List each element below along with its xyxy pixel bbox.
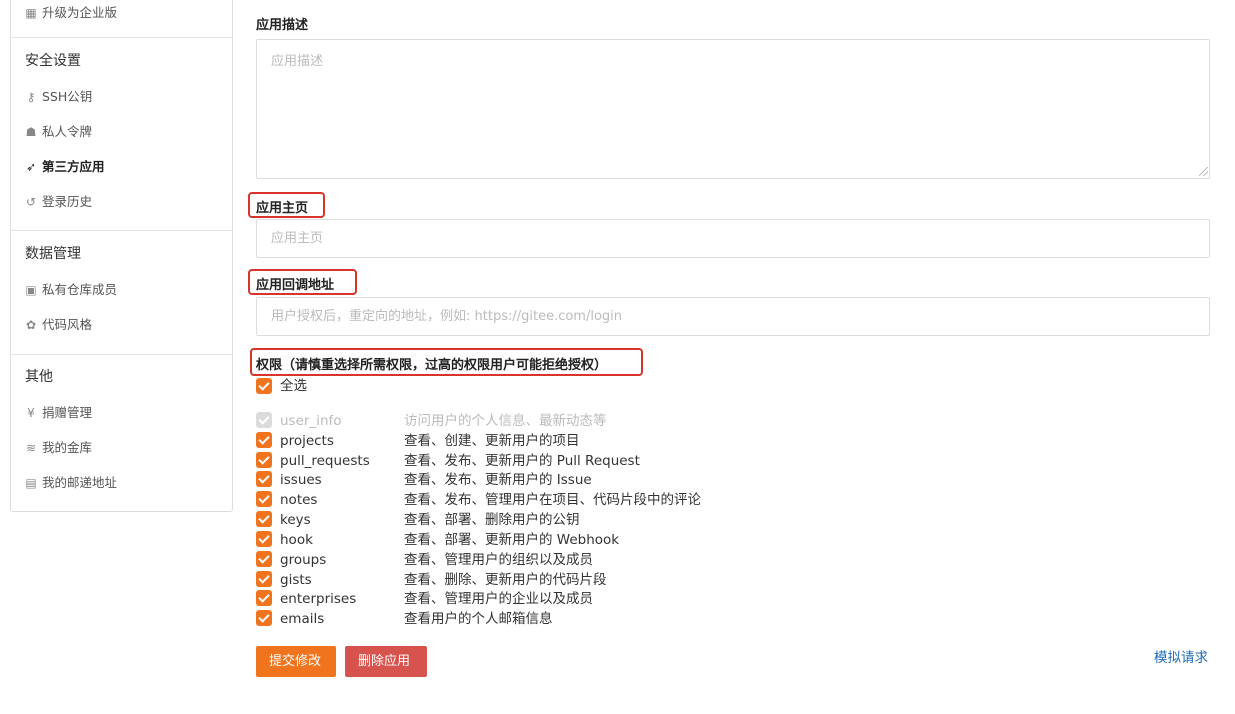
sidebar-item-my-vault[interactable]: ≋ 我的金库	[24, 438, 92, 458]
sidebar-item-label: 我的金库	[42, 440, 93, 455]
palette-icon: ✿	[25, 318, 37, 332]
permission-desc: 访问用户的个人信息、最新动态等	[404, 413, 607, 429]
permission-name: projects	[280, 433, 334, 449]
sidebar-item-label: 代码风格	[42, 317, 93, 332]
rocket-icon: ➶	[25, 160, 37, 174]
permission-desc: 查看、删除、更新用户的代码片段	[404, 572, 607, 588]
permission-name: issues	[280, 472, 322, 488]
permission-name: user_info	[280, 413, 342, 429]
sidebar-item-private-tokens[interactable]: ☗ 私人令牌	[24, 122, 92, 142]
sidebar-item-third-party-apps[interactable]: ➶ 第三方应用	[24, 157, 105, 177]
simulate-request-link[interactable]: 模拟请求	[1154, 646, 1208, 666]
homepage-input[interactable]	[256, 219, 1210, 258]
permission-name: emails	[280, 611, 325, 627]
description-label: 应用描述	[256, 18, 309, 33]
building-icon: ▦	[25, 6, 37, 20]
permission-checkbox-notes[interactable]	[256, 491, 272, 507]
address-card-icon: ▤	[25, 476, 37, 490]
sidebar-item-label: 私有仓库成员	[42, 282, 118, 297]
permission-checkbox-user-info[interactable]	[256, 412, 272, 428]
permission-desc: 查看、发布、更新用户的 Pull Request	[404, 453, 640, 469]
permission-name: pull_requests	[280, 453, 370, 469]
permissions-label: 权限（请慎重选择所需权限，过高的权限用户可能拒绝授权）	[256, 358, 608, 373]
permission-desc: 查看、创建、更新用户的项目	[404, 433, 580, 449]
permission-checkbox-projects[interactable]	[256, 432, 272, 448]
key-icon: ⚷	[26, 90, 36, 104]
sidebar-divider	[11, 230, 232, 231]
sidebar-item-label: SSH公钥	[42, 89, 93, 104]
sidebar-item-label: 我的邮递地址	[42, 475, 118, 490]
id-badge-icon: ▣	[25, 283, 37, 297]
user-secret-icon: ☗	[25, 125, 37, 139]
sidebar-item-label: 私人令牌	[42, 124, 93, 139]
permission-checkbox-enterprises[interactable]	[256, 590, 272, 606]
permission-desc: 查看、发布、管理用户在项目、代码片段中的评论	[404, 492, 701, 508]
permission-name: enterprises	[280, 591, 357, 607]
permission-name: notes	[280, 492, 318, 508]
permission-checkbox-pull-requests[interactable]	[256, 452, 272, 468]
submit-button[interactable]: 提交修改	[256, 646, 336, 677]
permission-desc: 查看、管理用户的企业以及成员	[404, 591, 593, 607]
permission-checkbox-groups[interactable]	[256, 551, 272, 567]
permission-checkbox-emails[interactable]	[256, 610, 272, 626]
sidebar-item-ssh-keys[interactable]: ⚷ SSH公钥	[24, 87, 93, 107]
coins-icon: ≋	[25, 441, 37, 455]
sidebar-section-title: 数据管理	[25, 246, 81, 262]
permission-name: hook	[280, 532, 313, 548]
sidebar-divider	[11, 354, 232, 355]
permission-desc: 查看用户的个人邮箱信息	[404, 611, 553, 627]
history-icon: ↺	[25, 195, 37, 209]
sidebar-item-donations[interactable]: ¥ 捐赠管理	[24, 403, 92, 423]
description-textarea[interactable]	[256, 39, 1210, 179]
settings-sidebar: ▦ 升级为企业版 安全设置 ⚷ SSH公钥 ☗ 私人令牌 ➶ 第三方应用 ↺ 登…	[10, 0, 233, 512]
sidebar-item-upgrade-enterprise[interactable]: ▦ 升级为企业版	[24, 3, 117, 23]
permission-desc: 查看、部署、删除用户的公钥	[404, 512, 580, 528]
permission-desc: 查看、部署、更新用户的 Webhook	[404, 532, 620, 548]
permission-checkbox-hook[interactable]	[256, 531, 272, 547]
resize-grip-icon[interactable]	[1199, 167, 1208, 176]
permission-desc: 查看、管理用户的组织以及成员	[404, 552, 593, 568]
sidebar-section-title: 其他	[25, 369, 53, 385]
callback-url-input[interactable]	[256, 297, 1210, 336]
yen-icon: ¥	[27, 406, 35, 420]
select-all-label: 全选	[280, 378, 307, 394]
sidebar-item-label: 升级为企业版	[42, 5, 118, 20]
sidebar-item-code-style[interactable]: ✿ 代码风格	[24, 315, 92, 335]
permission-checkbox-issues[interactable]	[256, 471, 272, 487]
callback-url-label: 应用回调地址	[256, 278, 335, 293]
sidebar-item-label: 第三方应用	[42, 159, 105, 174]
homepage-label: 应用主页	[256, 201, 309, 216]
permission-desc: 查看、发布、更新用户的 Issue	[404, 472, 592, 488]
delete-app-button[interactable]: 删除应用	[345, 646, 427, 677]
permission-name: gists	[280, 572, 312, 588]
select-all-checkbox[interactable]	[256, 378, 272, 394]
sidebar-item-label: 捐赠管理	[42, 405, 93, 420]
permission-name: groups	[280, 552, 327, 568]
permission-checkbox-keys[interactable]	[256, 511, 272, 527]
sidebar-item-login-history[interactable]: ↺ 登录历史	[24, 192, 92, 212]
sidebar-section-title: 安全设置	[25, 53, 81, 69]
sidebar-item-mailing-address[interactable]: ▤ 我的邮递地址	[24, 473, 117, 493]
permission-name: keys	[280, 512, 311, 528]
sidebar-item-private-repo-members[interactable]: ▣ 私有仓库成员	[24, 280, 117, 300]
sidebar-item-label: 登录历史	[42, 194, 93, 209]
sidebar-divider	[11, 37, 232, 38]
permission-checkbox-gists[interactable]	[256, 571, 272, 587]
